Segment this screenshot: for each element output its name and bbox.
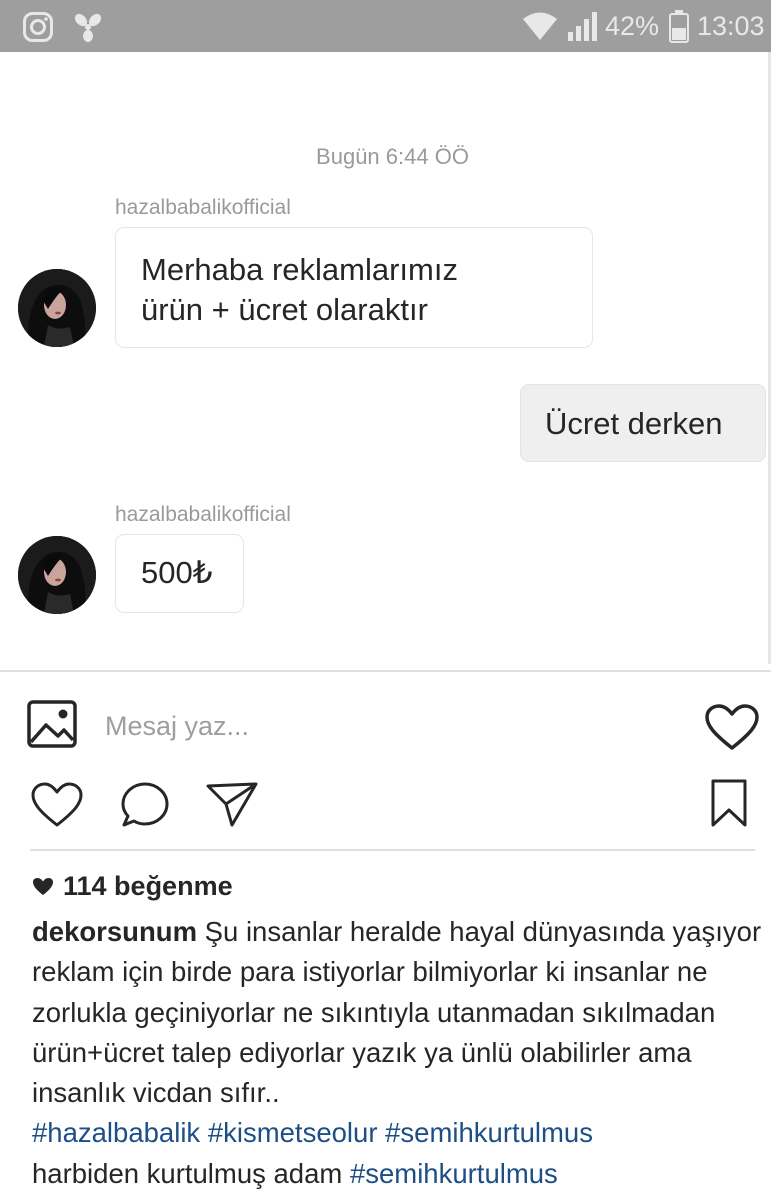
heart-filled-icon: [33, 878, 53, 895]
wifi-icon: [523, 12, 557, 40]
post-divider: [30, 849, 755, 851]
message-text-line: ürün + ücret olaraktır: [141, 292, 428, 327]
battery-icon: [669, 10, 689, 43]
instagram-icon: [23, 12, 53, 42]
avatar[interactable]: [18, 536, 96, 614]
clock: 13:03: [697, 11, 765, 41]
hashtag-link[interactable]: #semihkurtulmus: [385, 1117, 593, 1148]
avatar[interactable]: [18, 269, 96, 347]
heart-outline-icon[interactable]: [704, 703, 760, 751]
fan-icon: [74, 13, 102, 42]
outgoing-message-bubble[interactable]: Ücret derken: [520, 384, 766, 462]
post-caption: dekorsunum Şu insanlar heralde hayal dün…: [32, 912, 767, 1194]
caption-username[interactable]: dekorsunum: [32, 916, 197, 947]
message-sender: hazalbabalikofficial: [115, 503, 291, 526]
hashtag-link[interactable]: #hazalbabalik: [32, 1117, 200, 1148]
signal-icon: [568, 12, 597, 41]
message-input[interactable]: [105, 708, 665, 744]
bookmark-icon[interactable]: [710, 778, 748, 828]
message-text: Ücret derken: [545, 406, 723, 441]
message-text: 500₺: [141, 555, 213, 590]
message-text-line: Merhaba reklamlarımız: [141, 252, 458, 287]
gallery-icon[interactable]: [27, 700, 77, 748]
incoming-message-bubble[interactable]: 500₺: [115, 534, 244, 613]
likes-label: 114 beğenme: [63, 871, 233, 901]
hashtag-link[interactable]: #semihkurtulmus: [350, 1158, 558, 1189]
comment-icon[interactable]: [120, 781, 170, 829]
likes-count[interactable]: 114 beğenme: [32, 871, 233, 902]
composer-divider: [0, 670, 771, 672]
share-icon[interactable]: [205, 780, 259, 828]
like-icon[interactable]: [30, 782, 84, 828]
battery-percentage: 42%: [605, 11, 660, 41]
message-sender: hazalbabalikofficial: [115, 196, 291, 219]
incoming-message-bubble[interactable]: Merhaba reklamlarımız ürün + ücret olara…: [115, 227, 593, 348]
caption-tail-text: harbiden kurtulmuş adam: [32, 1157, 343, 1189]
hashtag-link[interactable]: #kismetseolur: [208, 1117, 378, 1148]
chat-date-header: Bugün 6:44 ÖÖ: [316, 144, 469, 169]
status-bar: 42% 13:03: [0, 0, 771, 52]
